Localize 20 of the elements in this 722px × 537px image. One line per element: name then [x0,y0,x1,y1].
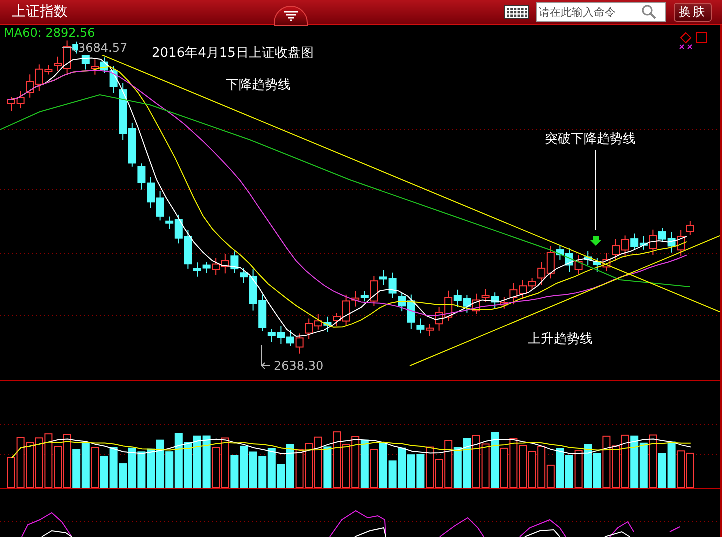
menu-icon [283,11,299,21]
diamond-icon[interactable] [680,32,692,44]
chart-annotation: 突破下降趋势线 [545,131,636,148]
chart-annotation: 2016年4月15日上证收盘图 [152,45,314,62]
down-arrow-icon [590,236,602,246]
leader-arrow [261,344,270,370]
search-icon[interactable] [641,4,657,20]
ma60-label: MA60: 2892.56 [4,26,96,40]
cross-marks-icon [680,44,692,50]
square-icon[interactable] [696,32,708,44]
leader-line [62,48,76,52]
window-title: 上证指数 [12,3,68,21]
chart-annotation: 上升趋势线 [528,331,593,348]
chart-annotation: 下降趋势线 [226,77,291,94]
skin-button[interactable]: 换肤 [674,2,712,22]
low-price-label: 2638.30 [274,359,324,373]
keyboard-icon[interactable] [504,4,530,20]
high-price-label: 3684.57 [78,41,128,55]
command-search-field[interactable]: 请在此输入命令 [536,2,666,22]
menu-button[interactable] [274,6,308,26]
